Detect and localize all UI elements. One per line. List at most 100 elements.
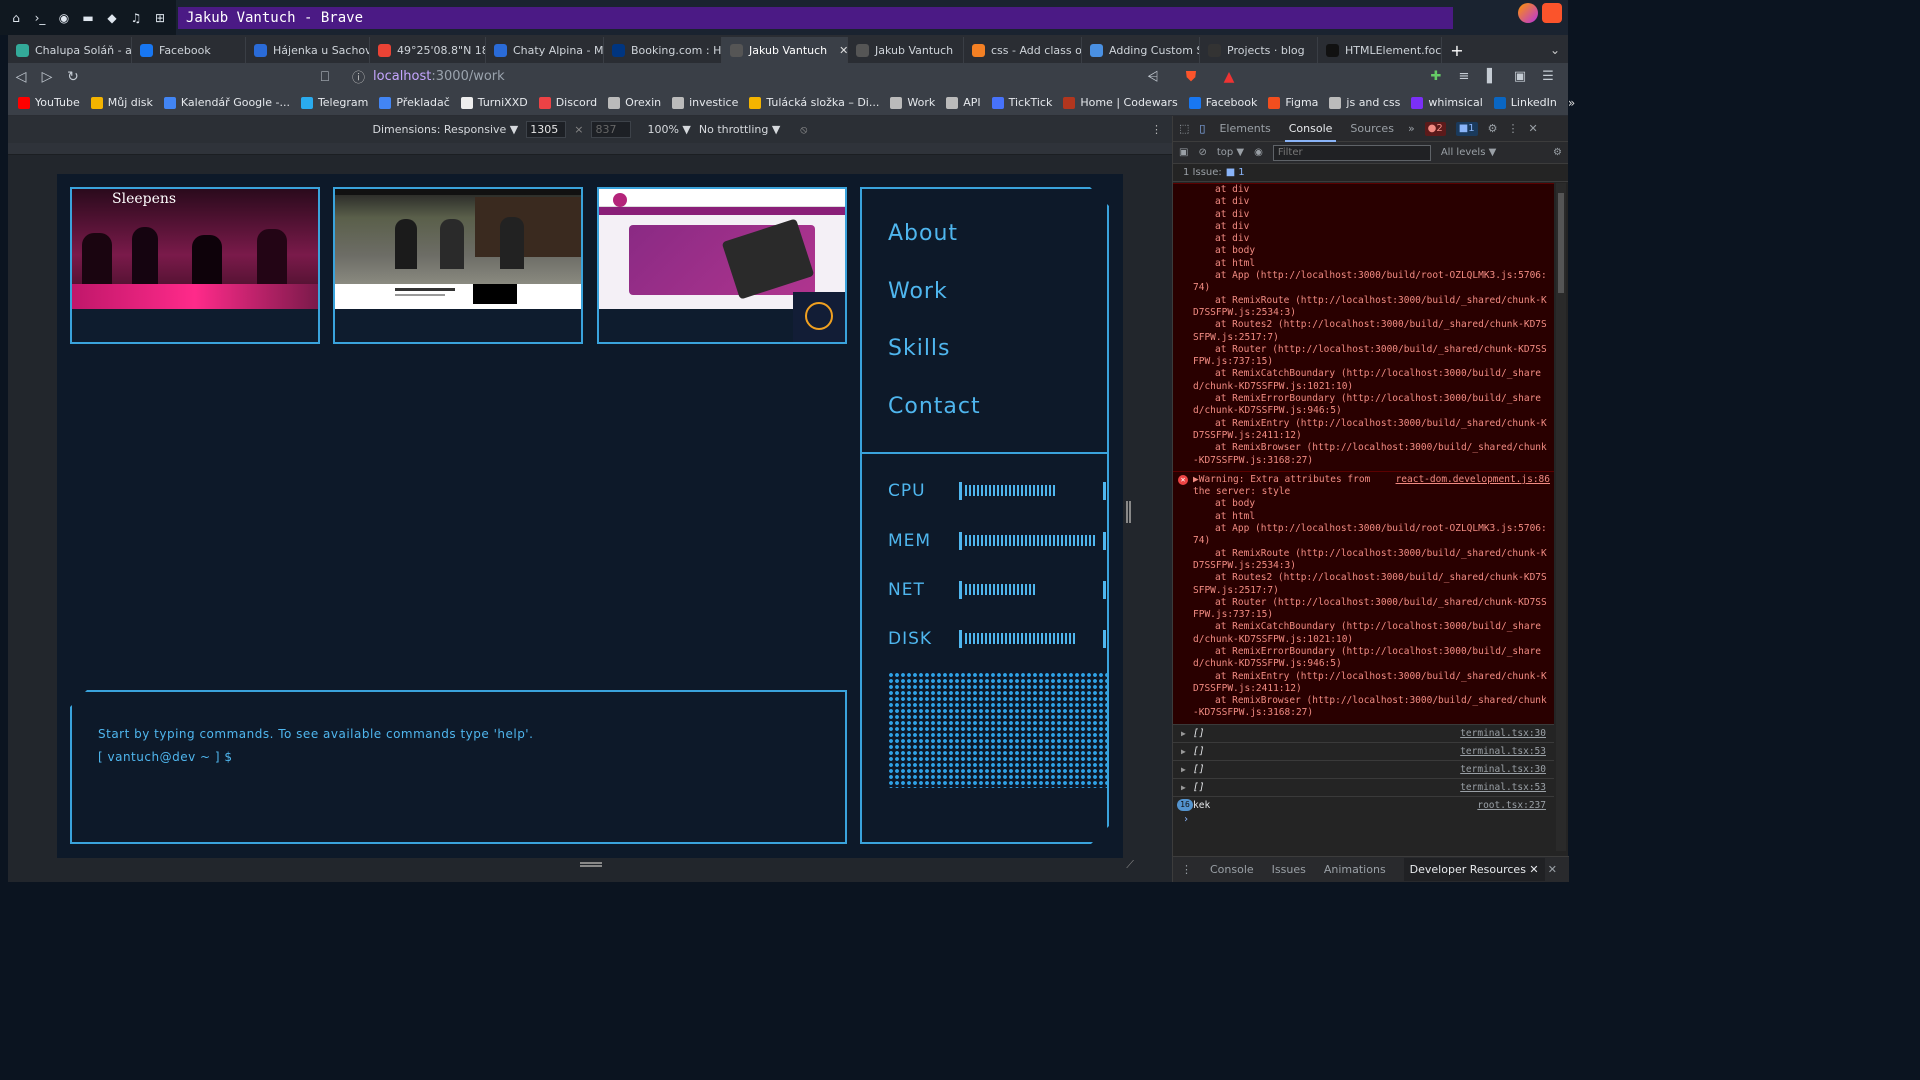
bookmark-item[interactable]: Work	[890, 96, 935, 109]
console-log-entry[interactable]: ▶ [] terminal.tsx:53	[1173, 777, 1554, 796]
browser-tab[interactable]: Jakub Vantuch	[848, 37, 964, 63]
bookmark-item[interactable]: Discord	[538, 96, 597, 109]
menu-icon[interactable]: ☰	[1538, 65, 1558, 87]
expand-arrow-icon[interactable]: ▶	[1181, 729, 1186, 738]
zoom-dropdown[interactable]: 100% ▼	[647, 123, 690, 136]
bookmark-item[interactable]: whimsical	[1411, 96, 1483, 109]
drawer-tab-console[interactable]: Console	[1210, 863, 1254, 876]
share-icon[interactable]: ⩤	[1140, 65, 1166, 89]
bookmark-item[interactable]: js and css	[1329, 96, 1400, 109]
expand-arrow-icon[interactable]: ▶	[1181, 747, 1186, 756]
sidebar-toggle-icon[interactable]: ▣	[1179, 147, 1188, 158]
error-2-message[interactable]: ▶Warning: Extra attributes from	[1193, 474, 1370, 486]
brave-rewards-icon[interactable]: ▲	[1216, 65, 1242, 89]
firefox-icon[interactable]	[1518, 3, 1538, 23]
browser-icon[interactable]: ◉	[54, 8, 74, 28]
bookmark-item[interactable]: API	[946, 96, 981, 109]
close-devtools-icon[interactable]: ✕	[1528, 122, 1537, 135]
clear-console-icon[interactable]: ⊘	[1198, 147, 1206, 158]
more-tabs-icon[interactable]: »	[1408, 122, 1415, 135]
bookmark-item[interactable]: Orexin	[608, 96, 661, 109]
log-source-link[interactable]: terminal.tsx:30	[1460, 764, 1546, 775]
terminal-icon[interactable]: ›_	[30, 8, 50, 28]
message-count-badge[interactable]: ■1	[1455, 121, 1478, 136]
device-mode-icon[interactable]: ▯	[1199, 122, 1205, 135]
bookmark-icon[interactable]: ⎕	[312, 65, 338, 89]
bookmark-item[interactable]: Facebook	[1188, 96, 1257, 109]
bookmark-item[interactable]: YouTube	[18, 96, 80, 109]
devtools-menu-icon[interactable]: ⋮	[1507, 122, 1518, 135]
browser-tab[interactable]: Facebook	[132, 37, 246, 63]
menu-item-skills[interactable]: Skills	[888, 336, 951, 361]
browser-tab[interactable]: Adding Custom Styl	[1082, 37, 1200, 63]
browser-tab[interactable]: Jakub Vantuch ✕	[722, 37, 848, 63]
error-2-source-link[interactable]: react-dom.development.js:86	[1396, 474, 1550, 486]
browser-tab[interactable]: Chalupa Soláň - atra	[8, 37, 132, 63]
console-scrollbar[interactable]	[1556, 183, 1566, 851]
inspect-element-icon[interactable]: ⬚	[1179, 122, 1189, 135]
viewport-resize-handle-bottom[interactable]	[580, 862, 602, 867]
drawer-menu-icon[interactable]: ⋮	[1181, 863, 1192, 876]
bookmark-item[interactable]: LinkedIn	[1493, 96, 1557, 109]
log-source-link[interactable]: terminal.tsx:53	[1460, 782, 1546, 793]
extensions-icon[interactable]: ✚	[1426, 65, 1446, 87]
throttling-dropdown[interactable]: No throttling ▼	[699, 123, 780, 136]
browser-tab[interactable]: HTMLElement.focus	[1318, 37, 1442, 63]
bookmark-item[interactable]: investice	[672, 96, 738, 109]
browser-tab[interactable]: Projects · blog	[1200, 37, 1318, 63]
chat-icon[interactable]: ◆	[102, 8, 122, 28]
log-source-link[interactable]: root.tsx:237	[1477, 800, 1546, 811]
bookmark-item[interactable]: Telegram	[300, 96, 368, 109]
bookmark-item[interactable]: Tulácká složka – Di...	[749, 96, 879, 109]
bookmark-item[interactable]: Home | Codewars	[1063, 96, 1178, 109]
new-tab-button[interactable]: +	[1442, 37, 1472, 63]
sidebar-icon[interactable]: ▌	[1482, 65, 1502, 87]
close-tab-icon[interactable]: ✕	[1529, 863, 1538, 876]
issues-bar[interactable]: 1 Issue: ■ 1	[1173, 164, 1568, 182]
error-count-badge[interactable]: ●2	[1424, 121, 1446, 136]
browser-tab[interactable]: css - Add class on h	[964, 37, 1082, 63]
playlist-icon[interactable]: ≡	[1454, 65, 1474, 87]
console-log-entry[interactable]: ▶ [] terminal.tsx:30	[1173, 723, 1554, 742]
browser-tab[interactable]: 49°25'08.8"N 18°19	[370, 37, 486, 63]
url-field[interactable]: ⓘ localhost:3000/work	[344, 65, 1232, 88]
console-log-entry[interactable]: ▶ [] terminal.tsx:30	[1173, 759, 1554, 778]
tab-sources[interactable]: Sources	[1346, 116, 1398, 142]
grid-icon[interactable]: ⊞	[150, 8, 170, 28]
bookmark-item[interactable]: Figma	[1268, 96, 1318, 109]
brave-shields-icon[interactable]: ⛊	[1178, 65, 1204, 89]
device-toolbar-more-icon[interactable]: ⋮	[1151, 123, 1162, 136]
expand-arrow-icon[interactable]: ▶	[1181, 765, 1186, 774]
live-expression-eye-icon[interactable]: ◉	[1254, 147, 1263, 158]
console-prompt[interactable]: ›	[1173, 814, 1554, 828]
viewport-resize-handle-right[interactable]	[1126, 501, 1131, 523]
bookmark-item[interactable]: TickTick	[991, 96, 1052, 109]
console-log-entry[interactable]: ▶ [] terminal.tsx:53	[1173, 741, 1554, 760]
bookmark-item[interactable]: Můj disk	[90, 96, 153, 109]
bookmark-item[interactable]: Kalendář Google -...	[163, 96, 290, 109]
console-filter-input[interactable]: Filter	[1272, 144, 1431, 161]
levels-dropdown[interactable]: All levels ▼	[1441, 147, 1496, 158]
brave-lion-icon[interactable]	[1542, 3, 1562, 23]
project-card-eshop[interactable]	[597, 187, 847, 344]
terminal-panel[interactable]: Start by typing commands. To see availab…	[70, 690, 847, 844]
wallet-icon[interactable]: ▣	[1510, 65, 1530, 87]
log-source-link[interactable]: terminal.tsx:53	[1460, 746, 1546, 757]
more-bookmarks-icon[interactable]: »	[1568, 96, 1575, 110]
browser-tab[interactable]: Booking.com : Hotel	[604, 37, 722, 63]
drawer-tab-developer-resources[interactable]: Developer Resources ✕	[1403, 858, 1545, 881]
site-info-icon[interactable]: ⓘ	[352, 67, 365, 86]
browser-tab[interactable]: Hájenka u Sachové	[246, 37, 370, 63]
console-settings-icon[interactable]: ⚙	[1553, 147, 1562, 158]
viewport-height-input[interactable]: 837	[591, 121, 632, 138]
home-icon[interactable]: ⌂	[6, 8, 26, 28]
folder-icon[interactable]: ▬	[78, 8, 98, 28]
menu-item-work[interactable]: Work	[888, 279, 948, 304]
context-select[interactable]: top ▼	[1217, 147, 1244, 158]
drawer-tab-animations[interactable]: Animations	[1324, 863, 1386, 876]
tab-search-icon[interactable]: ⌄	[1542, 37, 1568, 63]
project-card-band[interactable]: Sleepens	[70, 187, 320, 344]
rotate-icon[interactable]: ⦸	[800, 123, 807, 137]
settings-gear-icon[interactable]: ⚙	[1488, 122, 1498, 135]
close-tab-icon[interactable]: ✕	[839, 44, 847, 57]
